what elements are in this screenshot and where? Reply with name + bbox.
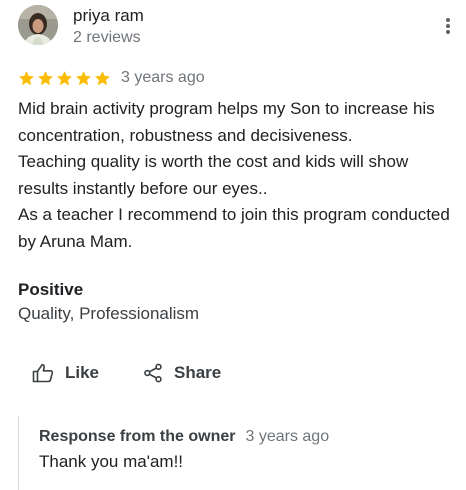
aspect-values: Quality, Professionalism <box>18 304 200 323</box>
avatar[interactable] <box>18 5 58 45</box>
share-label: Share <box>174 363 222 382</box>
star-rating <box>18 70 111 87</box>
review-time: 3 years ago <box>121 69 205 86</box>
star-icon <box>95 70 110 85</box>
thumb-up-icon <box>32 363 54 383</box>
owner-response-header: Response from the owner 3 years ago <box>39 428 329 446</box>
more-vertical-icon <box>446 18 450 34</box>
like-button[interactable]: Like <box>32 358 99 388</box>
owner-response-title: Response from the owner <box>39 428 236 445</box>
rating-row: 3 years ago <box>18 67 205 89</box>
reviewer-review-count[interactable]: 2 reviews <box>73 28 141 48</box>
reviewer-name[interactable]: priya ram <box>73 6 144 26</box>
share-button[interactable]: Share <box>143 358 221 388</box>
star-icon <box>19 70 34 85</box>
owner-response-text: Thank you ma'am!! <box>39 452 184 471</box>
like-label: Like <box>65 363 100 382</box>
star-icon <box>38 70 53 85</box>
review-card: priya ram 2 reviews 3 years ago Mid brai… <box>0 0 466 490</box>
owner-response-time: 3 years ago <box>245 428 330 445</box>
owner-response: Response from the owner 3 years ago Than… <box>18 416 459 490</box>
share-icon <box>143 363 163 383</box>
aspect-title: Positive <box>18 280 84 299</box>
star-icon <box>57 70 72 85</box>
star-icon <box>76 70 91 85</box>
more-options-button[interactable] <box>436 12 460 40</box>
review-text: Mid brain activity program helps my Son … <box>18 99 450 251</box>
